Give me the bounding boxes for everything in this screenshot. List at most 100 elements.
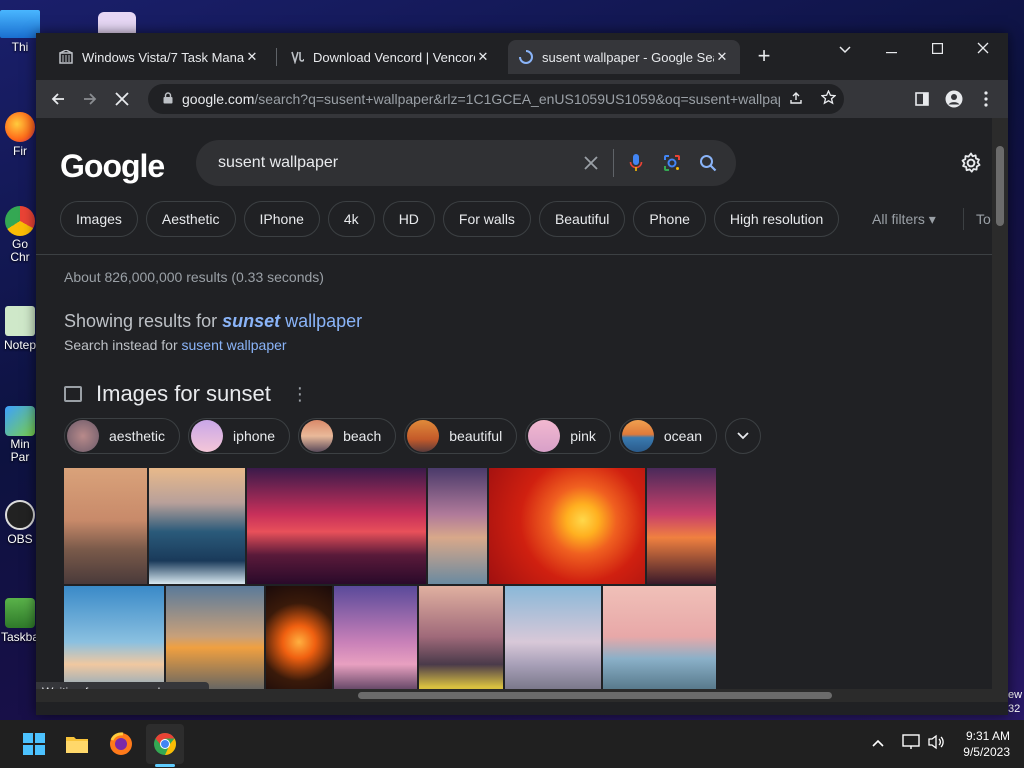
desktop-icon-obs[interactable]: OBS (0, 500, 40, 546)
desktop-icon-label: Fir (13, 144, 27, 158)
desktop-icon-taskbar[interactable]: Taskba (0, 598, 40, 644)
desktop-edge-text-2: 32 (1008, 703, 1021, 715)
lens-search-button[interactable] (654, 145, 690, 181)
maximize-button[interactable] (914, 37, 960, 63)
tab-task-manager[interactable]: Windows Vista/7 Task Manager ✕ (48, 40, 270, 74)
related-chip-label: ocean (663, 428, 703, 444)
share-icon[interactable] (780, 91, 812, 108)
filter-chip-hd[interactable]: HD (382, 201, 435, 237)
bookmark-star-icon[interactable] (812, 89, 844, 108)
image-result[interactable] (603, 586, 716, 698)
image-result[interactable] (489, 468, 645, 584)
arrow-right-icon (84, 93, 97, 105)
back-button[interactable] (46, 87, 70, 111)
tab-title: Windows Vista/7 Task Manager (82, 49, 244, 65)
side-panel-button[interactable] (910, 87, 934, 111)
corrected-rest: wallpaper (280, 311, 363, 331)
tab-title: susent wallpaper - Google Search (542, 49, 714, 65)
start-button[interactable] (20, 730, 48, 758)
original-query-link[interactable]: susent wallpaper (182, 337, 287, 353)
stop-loading-button[interactable] (110, 87, 134, 111)
clear-search-button[interactable] (573, 145, 609, 181)
desktop-icon-paint[interactable]: Min Par (0, 406, 40, 464)
tab-search-button[interactable] (822, 37, 868, 63)
related-chip-ocean[interactable]: ocean (618, 418, 718, 454)
close-window-button[interactable] (960, 37, 1006, 63)
desktop-icon-firefox[interactable]: Fir (0, 112, 40, 158)
network-icon[interactable] (902, 734, 920, 755)
horizontal-scrollbar[interactable] (36, 689, 992, 702)
filter-chip-high-resolution[interactable]: High resolution (713, 201, 840, 237)
desktop-icon-label: Notep (3, 338, 37, 352)
close-icon[interactable]: ✕ (714, 49, 730, 65)
filter-chip-4k[interactable]: 4k (327, 201, 375, 237)
all-filters-button[interactable]: All filters ▾ (872, 211, 936, 228)
system-clock[interactable]: 9:31 AM 9/5/2023 (963, 728, 1010, 760)
tab-google-search[interactable]: susent wallpaper - Google Search ✕ (508, 40, 740, 74)
related-chip-aesthetic[interactable]: aesthetic (64, 418, 181, 454)
close-icon[interactable]: ✕ (475, 49, 491, 65)
corrected-query-link[interactable]: sunset wallpaper (222, 311, 362, 331)
image-result[interactable] (149, 468, 245, 584)
forward-button[interactable] (78, 87, 102, 111)
profile-button[interactable] (942, 87, 966, 111)
filter-chip-beautiful[interactable]: Beautiful (538, 201, 626, 237)
image-result[interactable] (266, 586, 332, 698)
image-result[interactable] (647, 468, 716, 584)
filter-chip-aesthetic[interactable]: Aesthetic (145, 201, 236, 237)
file-explorer-button[interactable] (63, 730, 91, 758)
menu-button[interactable] (974, 87, 998, 111)
chevron-up-icon (872, 739, 884, 747)
scrollbar-thumb[interactable] (358, 692, 832, 699)
filter-chip-iphone[interactable]: IPhone (243, 201, 320, 237)
scrollbar-thumb[interactable] (996, 146, 1004, 226)
voice-search-button[interactable] (618, 145, 654, 181)
chrome-taskbar-button[interactable] (146, 724, 184, 764)
search-input[interactable] (216, 153, 550, 173)
image-result[interactable] (64, 468, 147, 584)
firefox-taskbar-button[interactable] (107, 730, 135, 758)
close-icon[interactable]: ✕ (244, 49, 260, 65)
desktop-icon-label: OBS (7, 532, 33, 546)
tab-strip: Windows Vista/7 Task Manager ✕ Download … (36, 33, 1008, 80)
related-chip-iphone[interactable]: iphone (188, 418, 291, 454)
volume-icon[interactable] (927, 734, 945, 755)
desktop-icon-notepad[interactable]: Notep (0, 306, 40, 352)
image-result[interactable] (505, 586, 601, 698)
corrected-word: sunset (222, 311, 281, 331)
image-result[interactable] (428, 468, 487, 584)
settings-button[interactable] (960, 152, 982, 180)
related-chip-beautiful[interactable]: beautiful (404, 418, 518, 454)
address-bar[interactable]: google.com /search?q=susent+wallpaper&rl… (148, 84, 844, 114)
image-result[interactable] (334, 586, 417, 698)
showing-prefix: Showing results for (64, 311, 223, 331)
desktop-icon-label: Taskba (0, 630, 40, 644)
tab-vencord[interactable]: Download Vencord | Vencord ✕ (279, 40, 501, 74)
filter-chip-images[interactable]: Images (60, 201, 138, 237)
more-options-icon[interactable]: ⋮ (291, 384, 309, 405)
vertical-scrollbar[interactable] (992, 118, 1008, 702)
tools-button[interactable]: To (976, 211, 991, 227)
image-result[interactable] (247, 468, 426, 584)
firefox-icon (110, 732, 132, 755)
minimize-button[interactable] (868, 37, 914, 63)
close-icon (977, 42, 989, 54)
vencord-icon (289, 49, 305, 65)
loading-spinner-icon (518, 49, 534, 65)
expand-related-button[interactable] (725, 418, 762, 454)
desktop-icon-this-pc[interactable]: Thi (0, 10, 40, 54)
search-icon (700, 155, 717, 172)
tray-overflow-button[interactable] (872, 734, 884, 752)
search-box (196, 140, 736, 186)
image-result[interactable] (419, 586, 503, 698)
related-chip-beach[interactable]: beach (298, 418, 397, 454)
instead-prefix: Search instead for (64, 337, 182, 353)
filter-chip-for-walls[interactable]: For walls (442, 201, 531, 237)
related-chip-pink[interactable]: pink (525, 418, 611, 454)
desktop-icon-chrome[interactable]: Go Chr (0, 206, 40, 264)
google-logo[interactable]: Google (60, 148, 165, 185)
search-button[interactable] (690, 145, 726, 181)
filter-chip-phone[interactable]: Phone (633, 201, 706, 237)
new-tab-button[interactable]: + (752, 45, 776, 69)
lock-icon (154, 91, 182, 107)
